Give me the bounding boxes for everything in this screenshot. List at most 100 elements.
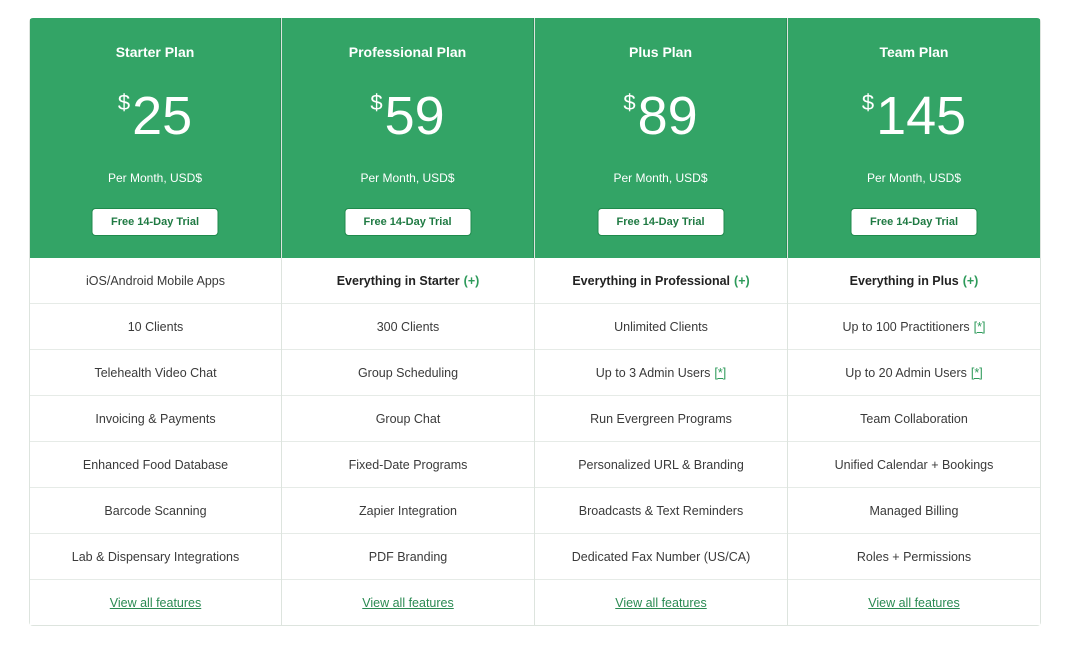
plan-price: $89	[535, 86, 786, 146]
feature-text: Fixed-Date Programs	[348, 457, 468, 472]
feature-list: Everything in Plus (+) Up to 100 Practiti…	[788, 258, 1040, 626]
feature-text: Run Evergreen Programs	[590, 411, 732, 426]
footnote-marker[interactable]: [*]	[974, 320, 986, 334]
feature-text: 300 Clients	[376, 319, 440, 334]
pricing-table: Starter Plan $25 Per Month, USD$ Free 14…	[29, 18, 1041, 626]
feature-row: Zapier Integration	[282, 488, 534, 534]
feature-row: Everything in Plus (+)	[788, 258, 1040, 304]
feature-text: Everything in Starter	[336, 273, 460, 288]
currency-symbol: $	[861, 90, 875, 115]
feature-text: iOS/Android Mobile Apps	[86, 273, 225, 288]
view-all-features-link[interactable]: View all features	[110, 596, 202, 610]
feature-row: Broadcasts & Text Reminders	[535, 488, 787, 534]
feature-row: Up to 100 Practitioners [*]	[788, 304, 1040, 350]
plan-column-plus: Plus Plan $89 Per Month, USD$ Free 14-Da…	[535, 18, 788, 626]
feature-text: Everything in Plus	[849, 273, 959, 288]
feature-text: Dedicated Fax Number (US/CA)	[571, 549, 751, 564]
feature-row: Unlimited Clients	[535, 304, 787, 350]
feature-row: Run Evergreen Programs	[535, 396, 787, 442]
feature-text: Up to 100 Practitioners	[842, 319, 970, 334]
feature-row: 10 Clients	[30, 304, 281, 350]
plan-price: $59	[282, 86, 533, 146]
plus-marker: (+)	[962, 273, 979, 288]
feature-text: Up to 20 Admin Users	[845, 365, 967, 380]
feature-text: Invoicing & Payments	[95, 411, 216, 426]
view-all-features-link[interactable]: View all features	[868, 596, 960, 610]
feature-row: Up to 20 Admin Users [*]	[788, 350, 1040, 396]
view-all-row: View all features	[535, 580, 787, 626]
feature-text: Lab & Dispensary Integrations	[71, 549, 240, 564]
feature-row: Group Chat	[282, 396, 534, 442]
feature-row: Personalized URL & Branding	[535, 442, 787, 488]
feature-row: Everything in Starter (+)	[282, 258, 534, 304]
feature-row: Team Collaboration	[788, 396, 1040, 442]
free-trial-button[interactable]: Free 14-Day Trial	[597, 208, 724, 236]
currency-symbol: $	[623, 90, 636, 115]
feature-row: PDF Branding	[282, 534, 534, 580]
feature-text: Everything in Professional	[572, 273, 731, 288]
price-amount: 59	[384, 86, 445, 146]
currency-symbol: $	[117, 90, 131, 115]
price-amount: 25	[132, 86, 193, 146]
plan-column-starter: Starter Plan $25 Per Month, USD$ Free 14…	[29, 18, 282, 626]
feature-text: Broadcasts & Text Reminders	[578, 503, 744, 518]
price-amount: 145	[876, 86, 967, 146]
view-all-row: View all features	[788, 580, 1040, 626]
price-amount: 89	[637, 86, 698, 146]
feature-text: Group Scheduling	[357, 365, 459, 380]
feature-list: iOS/Android Mobile Apps 10 Clients Teleh…	[30, 258, 281, 626]
currency-symbol: $	[370, 90, 383, 115]
feature-row: Barcode Scanning	[30, 488, 281, 534]
footnote-marker[interactable]: [*]	[714, 366, 726, 380]
feature-text: Personalized URL & Branding	[578, 457, 744, 472]
feature-row: Managed Billing	[788, 488, 1040, 534]
footnote-marker[interactable]: [*]	[971, 366, 983, 380]
feature-row: Invoicing & Payments	[30, 396, 281, 442]
feature-row: Everything in Professional (+)	[535, 258, 787, 304]
feature-list: Everything in Starter (+) 300 Clients Gro…	[282, 258, 534, 626]
feature-text: Telehealth Video Chat	[94, 365, 217, 380]
plan-header: Plus Plan $89 Per Month, USD$ Free 14-Da…	[535, 18, 787, 258]
plus-marker: (+)	[463, 273, 480, 288]
feature-text: Enhanced Food Database	[82, 457, 229, 472]
feature-row: Up to 3 Admin Users [*]	[535, 350, 787, 396]
plan-price: $145	[788, 86, 1040, 146]
plan-header: Professional Plan $59 Per Month, USD$ Fr…	[282, 18, 534, 258]
feature-row: Dedicated Fax Number (US/CA)	[535, 534, 787, 580]
billing-period: Per Month, USD$	[613, 171, 708, 185]
plan-header: Team Plan $145 Per Month, USD$ Free 14-D…	[788, 18, 1040, 258]
plan-name: Plus Plan	[628, 44, 693, 60]
feature-text: Zapier Integration	[359, 503, 457, 518]
plan-name: Starter Plan	[115, 44, 195, 60]
free-trial-button[interactable]: Free 14-Day Trial	[344, 208, 471, 236]
feature-list: Everything in Professional (+) Unlimited …	[535, 258, 787, 626]
feature-row: 300 Clients	[282, 304, 534, 350]
free-trial-button[interactable]: Free 14-Day Trial	[850, 208, 978, 236]
feature-text: Managed Billing	[869, 503, 959, 518]
view-all-features-link[interactable]: View all features	[615, 596, 707, 610]
free-trial-button[interactable]: Free 14-Day Trial	[91, 208, 219, 236]
plan-column-team: Team Plan $145 Per Month, USD$ Free 14-D…	[788, 18, 1041, 626]
plan-name: Professional Plan	[348, 44, 467, 60]
billing-period: Per Month, USD$	[360, 171, 455, 185]
feature-row: Enhanced Food Database	[30, 442, 281, 488]
billing-period: Per Month, USD$	[107, 171, 203, 185]
feature-text: Team Collaboration	[860, 411, 968, 426]
view-all-features-link[interactable]: View all features	[362, 596, 454, 610]
plan-name: Team Plan	[879, 44, 949, 60]
plan-header: Starter Plan $25 Per Month, USD$ Free 14…	[30, 18, 281, 258]
view-all-row: View all features	[30, 580, 281, 626]
feature-row: Telehealth Video Chat	[30, 350, 281, 396]
feature-row: iOS/Android Mobile Apps	[30, 258, 281, 304]
plan-column-professional: Professional Plan $59 Per Month, USD$ Fr…	[282, 18, 535, 626]
feature-text: Group Chat	[375, 411, 441, 426]
feature-row: Unified Calendar + Bookings	[788, 442, 1040, 488]
billing-period: Per Month, USD$	[866, 171, 962, 185]
feature-row: Fixed-Date Programs	[282, 442, 534, 488]
feature-text: Unified Calendar + Bookings	[834, 457, 994, 472]
feature-row: Roles + Permissions	[788, 534, 1040, 580]
plan-price: $25	[30, 86, 280, 146]
feature-text: Unlimited Clients	[614, 319, 708, 334]
feature-text: PDF Branding	[368, 549, 448, 564]
view-all-row: View all features	[282, 580, 534, 626]
